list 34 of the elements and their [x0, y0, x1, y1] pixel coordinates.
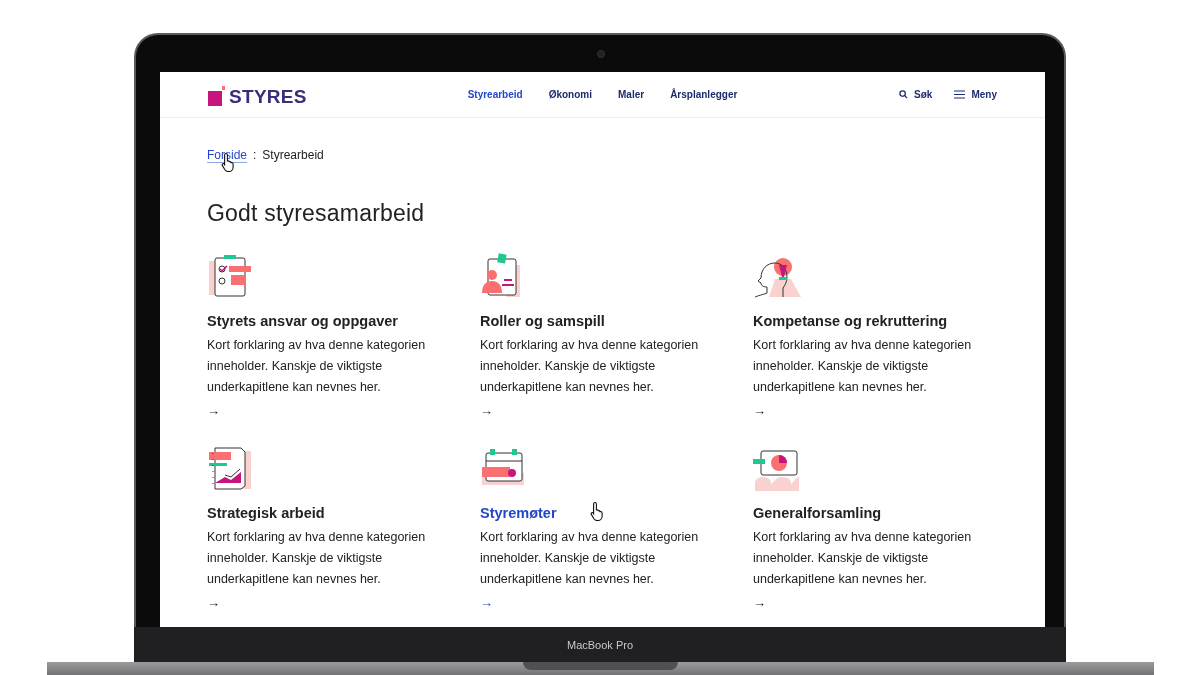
- breadcrumb-current: Styrearbeid: [262, 148, 324, 162]
- breadcrumb-separator: :: [253, 148, 257, 162]
- arrow-link[interactable]: →: [207, 403, 220, 418]
- nav-link[interactable]: Årsplanlegger: [670, 89, 738, 100]
- arrow-link[interactable]: →: [753, 595, 766, 610]
- menu-icon: [954, 90, 966, 99]
- nav-link[interactable]: Styrearbeid: [467, 89, 523, 100]
- card-description: Kort forklaring av hva denne kategorien inneholder. Kanskje de viktigste underkapitlene kan nevnes her.: [207, 337, 427, 396]
- search-button[interactable]: Søk: [899, 89, 933, 100]
- logo-mark-icon: [208, 83, 225, 106]
- card-title[interactable]: Strategisk arbeid: [207, 505, 480, 521]
- hand-cursor-icon: [590, 501, 606, 521]
- nav-link[interactable]: Maler: [618, 89, 645, 100]
- arrow-link[interactable]: →: [480, 595, 493, 610]
- card-description: Kort forklaring av hva denne kategorien inneholder. Kanskje de viktigste underkapitlene kan nevnes her.: [753, 529, 973, 588]
- card-title[interactable]: Generalforsamling: [753, 505, 1026, 521]
- arrow-link[interactable]: →: [207, 595, 220, 610]
- menu-button[interactable]: Meny: [954, 89, 997, 100]
- logo-text[interactable]: STYRES: [229, 86, 307, 106]
- card-title[interactable]: Kompetanse og rekruttering: [753, 313, 1026, 329]
- card-title[interactable]: Styremøter: [480, 505, 753, 521]
- card-description: Kort forklaring av hva denne kategorien inneholder. Kanskje de viktigste underkapitlene kan nevnes her.: [480, 529, 700, 588]
- card-description: Kort forklaring av hva denne kategorien inneholder. Kanskje de viktigste underkapitlene kan nevnes her.: [480, 337, 700, 396]
- card-description: Kort forklaring av hva denne kategorien inneholder. Kanskje de viktigste underkapitlene kan nevnes her.: [753, 337, 973, 396]
- card-description: Kort forklaring av hva denne kategorien inneholder. Kanskje de viktigste underkapitlene kan nevnes her.: [207, 529, 427, 588]
- card-title[interactable]: Roller og samspill: [480, 313, 753, 329]
- camera-icon: [597, 50, 605, 58]
- arrow-link[interactable]: →: [753, 403, 766, 418]
- search-icon: [899, 90, 909, 99]
- arrow-link[interactable]: →: [480, 403, 493, 418]
- nav-link[interactable]: Økonomi: [548, 89, 592, 100]
- card-title[interactable]: Styrets ansvar og oppgaver: [207, 313, 480, 329]
- page-heading: Godt styresamarbeid: [207, 200, 426, 227]
- device-label: MacBook Pro: [567, 638, 633, 651]
